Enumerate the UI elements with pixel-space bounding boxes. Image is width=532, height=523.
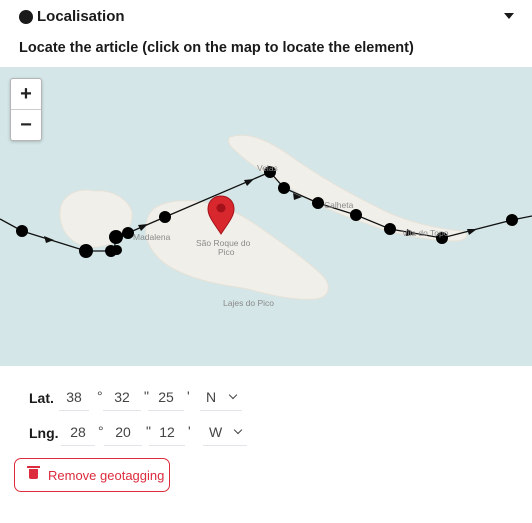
longitude-direction-value: W bbox=[209, 424, 223, 440]
map[interactable]: Madalena São Roque do Pico Lajes do Pico… bbox=[0, 67, 532, 366]
place-label-vila-do-topo: Vila do Topo bbox=[402, 228, 449, 238]
zoom-control: + − bbox=[10, 78, 42, 141]
place-label-velas: Velas bbox=[257, 163, 278, 173]
latitude-direction-select[interactable]: N bbox=[200, 385, 242, 411]
island-pico bbox=[145, 200, 329, 300]
latitude-seconds-unit: ' bbox=[187, 388, 190, 404]
latitude-degrees-input[interactable]: 38 bbox=[59, 385, 89, 411]
longitude-degrees-input[interactable]: 28 bbox=[61, 420, 95, 446]
zoom-in-button[interactable]: + bbox=[11, 79, 41, 109]
longitude-minutes-input[interactable]: 20 bbox=[104, 420, 142, 446]
map-instruction: Locate the article (click on the map to … bbox=[19, 40, 414, 56]
longitude-direction-select[interactable]: W bbox=[203, 420, 247, 446]
section-title: Localisation bbox=[37, 8, 125, 25]
island-sao-jorge bbox=[227, 134, 468, 242]
latitude-degrees-unit: ° bbox=[97, 388, 103, 404]
trash-icon bbox=[27, 466, 40, 479]
place-label-calheta: Calheta bbox=[324, 200, 354, 210]
zoom-out-button[interactable]: − bbox=[11, 109, 41, 140]
longitude-seconds-unit: ' bbox=[188, 423, 191, 439]
chevron-down-icon[interactable] bbox=[504, 13, 514, 19]
longitude-seconds-input[interactable]: 12 bbox=[149, 420, 185, 446]
longitude-label: Lng. bbox=[29, 425, 59, 441]
section-header[interactable]: Localisation bbox=[0, 0, 532, 34]
latitude-direction-value: N bbox=[206, 389, 217, 405]
latitude-seconds-input[interactable]: 25 bbox=[148, 385, 184, 411]
chevron-down-icon bbox=[233, 425, 243, 435]
latitude-label: Lat. bbox=[29, 390, 54, 406]
remove-geotagging-label: Remove geotagging bbox=[48, 468, 165, 483]
remove-geotagging-button[interactable]: Remove geotagging bbox=[14, 458, 170, 492]
latitude-minutes-input[interactable]: 32 bbox=[103, 385, 141, 411]
longitude-degrees-unit: ° bbox=[98, 423, 104, 439]
place-label-sao-roque-2: Pico bbox=[218, 247, 235, 257]
compass-icon bbox=[19, 10, 33, 24]
chevron-down-icon bbox=[228, 390, 238, 400]
place-label-madalena: Madalena bbox=[133, 232, 171, 242]
map-canvas: Madalena São Roque do Pico Lajes do Pico… bbox=[0, 134, 532, 308]
place-label-lajes: Lajes do Pico bbox=[223, 298, 274, 308]
